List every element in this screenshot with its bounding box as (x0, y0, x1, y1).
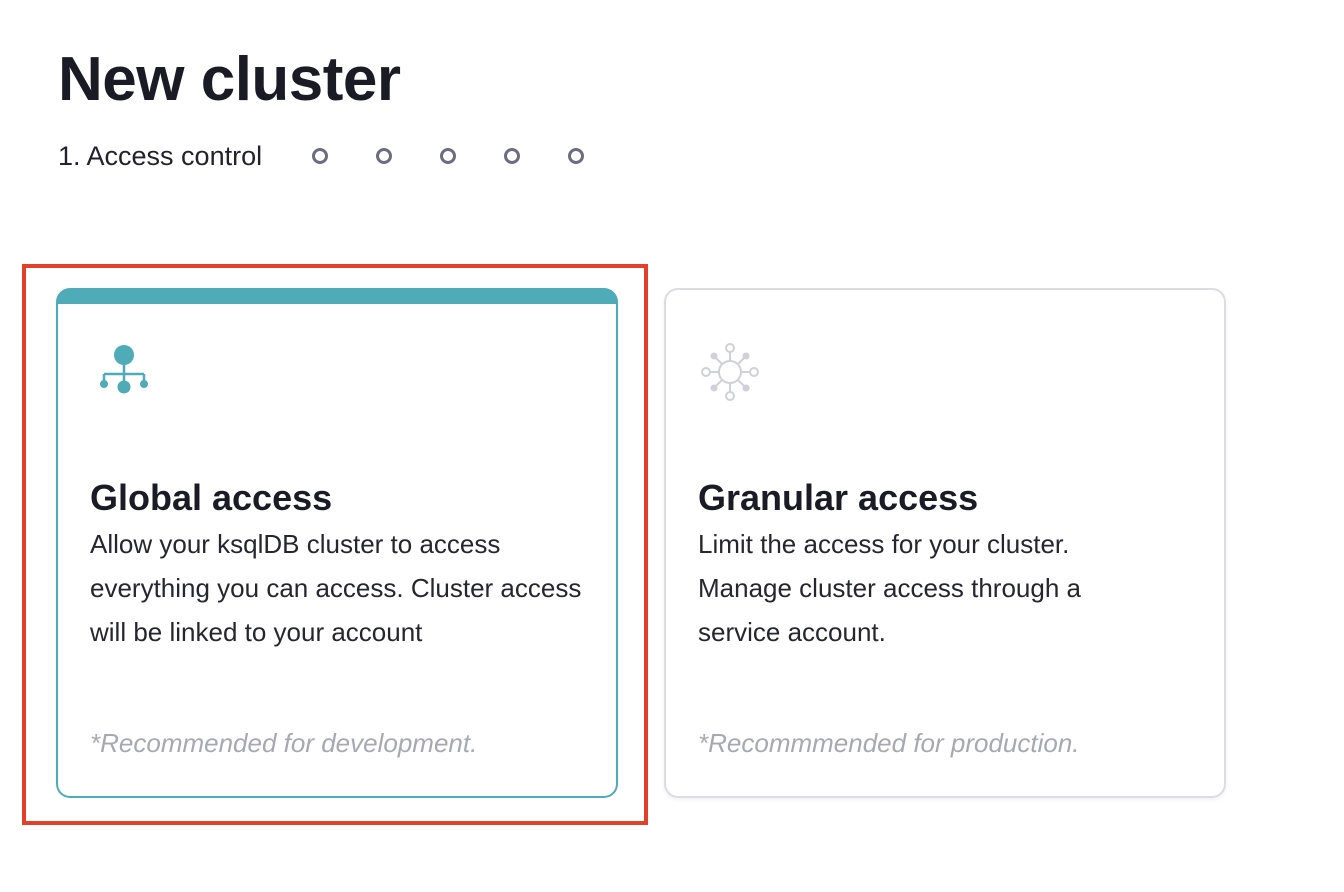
global-access-title: Global access (90, 477, 333, 518)
wizard-stepper: 1. Access control (58, 138, 632, 174)
global-access-recommendation: *Recommended for development. (90, 728, 478, 758)
step-indicator-2[interactable] (312, 148, 329, 164)
step-indicator-5[interactable] (504, 148, 521, 164)
global-access-card[interactable]: Global access Allow your ksqlDB cluster … (56, 288, 618, 798)
granular-access-recommendation: *Recommmended for production. (698, 728, 1080, 758)
current-step-label: 1. Access control (58, 140, 263, 171)
step-indicator-3[interactable] (376, 148, 393, 164)
page-title: New cluster (58, 45, 401, 114)
granular-access-description: Limit the access for your cluster. Manag… (698, 529, 1081, 647)
granular-access-card[interactable]: Granular access Limit the access for you… (664, 288, 1226, 798)
step-indicator-6[interactable] (568, 148, 585, 164)
granular-access-title: Granular access (698, 477, 979, 518)
global-access-description: Allow your ksqlDB cluster to access ever… (90, 529, 582, 647)
step-indicator-4[interactable] (440, 148, 457, 164)
hierarchy-icon (96, 342, 152, 398)
network-hub-icon (700, 342, 759, 401)
